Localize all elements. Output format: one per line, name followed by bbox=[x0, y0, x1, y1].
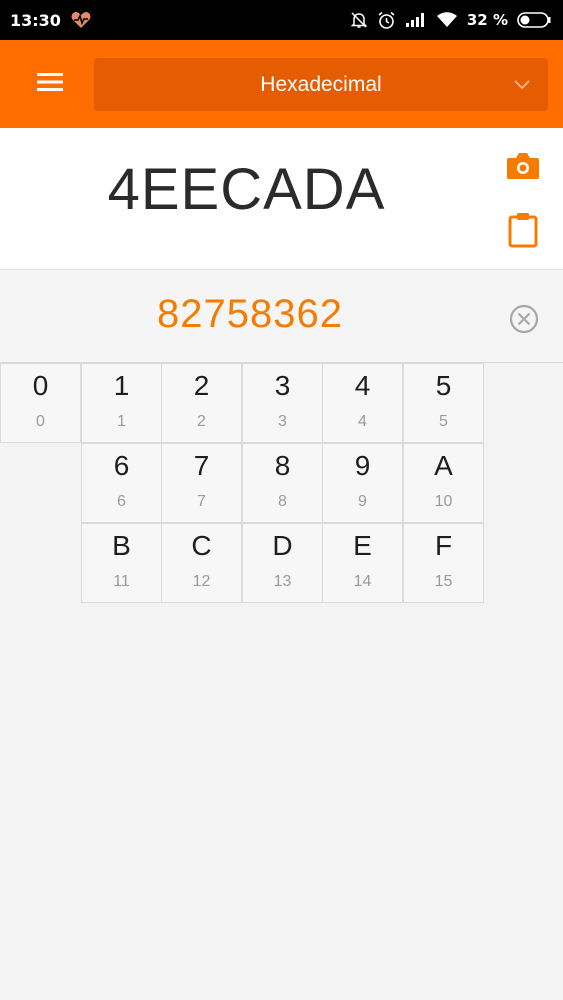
key-d[interactable]: D 13 bbox=[242, 523, 323, 603]
hamburger-menu-icon[interactable] bbox=[26, 58, 74, 106]
clipboard-icon[interactable] bbox=[507, 212, 539, 252]
key-digit-label: 1 bbox=[113, 370, 130, 401]
key-f[interactable]: F 15 bbox=[403, 523, 484, 603]
key-a[interactable]: A 10 bbox=[403, 443, 484, 523]
key-digit-label: 4 bbox=[354, 370, 371, 401]
battery-percent: 32 % bbox=[466, 11, 508, 29]
key-digit-label: F bbox=[434, 530, 453, 561]
result-panel: 4EECADA bbox=[0, 128, 563, 270]
key-b[interactable]: B 11 bbox=[81, 523, 162, 603]
result-value: 4EECADA bbox=[107, 157, 386, 222]
key-decimal-value: 11 bbox=[113, 573, 130, 590]
key-decimal-value: 4 bbox=[358, 413, 367, 430]
base-selector-label: Hexadecimal bbox=[260, 72, 382, 96]
wifi-icon bbox=[436, 12, 458, 28]
alarm-icon bbox=[377, 11, 396, 30]
key-decimal-value: 0 bbox=[36, 413, 45, 430]
key-digit-label: 3 bbox=[274, 370, 291, 401]
heart-monitor-icon bbox=[71, 11, 91, 29]
key-2[interactable]: 22 bbox=[161, 363, 242, 443]
key-decimal-value: 13 bbox=[273, 573, 292, 590]
key-decimal-value: 7 bbox=[197, 493, 206, 510]
key-decimal-value: 8 bbox=[278, 493, 287, 510]
base-selector-dropdown[interactable]: Hexadecimal bbox=[94, 58, 548, 111]
app-bar: Hexadecimal bbox=[0, 40, 563, 128]
key-3[interactable]: 33 bbox=[242, 363, 323, 443]
key-decimal-value: 12 bbox=[192, 573, 211, 590]
key-6[interactable]: 66 bbox=[81, 443, 162, 523]
key-digit-label: 7 bbox=[193, 450, 210, 481]
key-digit-label: E bbox=[353, 530, 372, 561]
input-value[interactable]: 82758362 bbox=[0, 292, 500, 337]
key-digit-label: 9 bbox=[354, 450, 371, 481]
key-digit-label: D bbox=[272, 530, 293, 561]
key-digit-label: 8 bbox=[274, 450, 291, 481]
camera-icon[interactable] bbox=[505, 150, 541, 186]
key-decimal-value: 10 bbox=[434, 493, 453, 510]
key-digit-label: 6 bbox=[113, 450, 130, 481]
key-decimal-value: 2 bbox=[197, 413, 206, 430]
key-8[interactable]: 88 bbox=[242, 443, 323, 523]
clear-circle-icon[interactable] bbox=[508, 303, 540, 339]
status-time: 13:30 bbox=[10, 10, 61, 30]
key-7[interactable]: 77 bbox=[161, 443, 242, 523]
bell-off-icon bbox=[350, 11, 368, 29]
key-digit-label: 0 bbox=[32, 370, 49, 401]
key-decimal-value: 14 bbox=[353, 573, 372, 590]
key-decimal-value: 9 bbox=[358, 493, 367, 510]
key-decimal-value: 5 bbox=[439, 413, 448, 430]
key-e[interactable]: E 14 bbox=[322, 523, 403, 603]
key-c[interactable]: C 12 bbox=[161, 523, 242, 603]
chevron-down-icon bbox=[512, 74, 532, 98]
key-digit-label: 5 bbox=[435, 370, 452, 401]
battery-icon bbox=[517, 11, 551, 29]
key-decimal-value: 3 bbox=[278, 413, 287, 430]
key-decimal-value: 6 bbox=[117, 493, 126, 510]
key-5[interactable]: 55 bbox=[403, 363, 484, 443]
key-4[interactable]: 44 bbox=[322, 363, 403, 443]
key-digit-label: 2 bbox=[193, 370, 210, 401]
key-0[interactable]: 00 bbox=[0, 363, 81, 443]
key-decimal-value: 1 bbox=[117, 413, 126, 430]
key-decimal-value: 15 bbox=[434, 573, 453, 590]
key-1[interactable]: 11 bbox=[81, 363, 162, 443]
signal-icon bbox=[405, 12, 427, 28]
input-row[interactable]: 82758362 bbox=[0, 270, 563, 363]
key-digit-label: A bbox=[434, 450, 453, 481]
key-digit-label: B bbox=[112, 530, 131, 561]
key-digit-label: C bbox=[191, 530, 212, 561]
status-bar: 13:30 32 % bbox=[0, 0, 563, 40]
key-9[interactable]: 99 bbox=[322, 443, 403, 523]
